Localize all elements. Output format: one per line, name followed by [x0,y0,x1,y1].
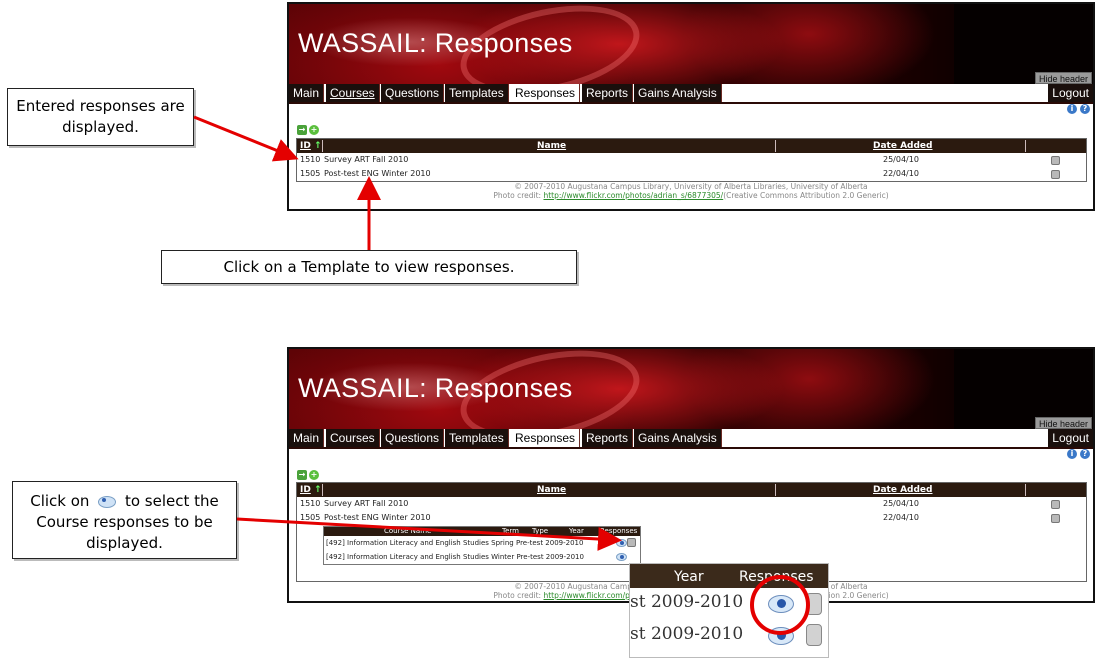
zoom-row-1: st 2009-2010 [630,592,744,612]
table-header: ID ↑ Name Date Added [297,483,1086,497]
photo-credit-link[interactable]: http://www.flickr.com/photos/adrian_s/68… [543,191,723,200]
header-title: WASSAIL: Responses [298,373,573,403]
export-icon[interactable]: → [297,125,307,135]
tab-main[interactable]: Main [289,429,325,448]
tab-gains-analysis[interactable]: Gains Analysis [634,84,722,103]
row-name[interactable]: Post-test ENG Winter 2010 [324,167,431,181]
tab-gains-analysis[interactable]: Gains Analysis [634,429,722,448]
tab-underline [289,102,1093,104]
course-row-label: [492] Information Literacy and English S… [326,539,584,547]
row-date: 22/04/10 [883,513,919,522]
sort-up-icon[interactable]: ↑ [314,139,322,153]
export-icon[interactable]: → [297,470,307,480]
course-row-label: [492] Information Literacy and English S… [326,553,584,561]
add-icon[interactable]: + [309,470,319,480]
print-icon[interactable] [627,538,636,547]
hide-header-button[interactable]: Hide header [1034,417,1092,429]
row-id: 1510 [300,499,321,508]
row-name[interactable]: Post-test ENG Winter 2010 [324,511,431,525]
course-row[interactable]: [492] Information Literacy and English S… [324,536,640,550]
tab-responses[interactable]: Responses [511,84,581,103]
course-table-header: Course Name Term Type Year Responses [324,527,640,536]
screenshot-top: WASSAIL: Responses Hide header Main Cour… [287,2,1095,211]
highlight-circle [750,575,810,635]
row-date: 25/04/10 [883,499,919,508]
tab-bar: Main Courses Questions Templates Respons… [289,429,1093,448]
table-row[interactable]: 1505 Post-test ENG Winter 2010 22/04/10 [297,167,1086,181]
tab-reports[interactable]: Reports [582,84,634,103]
row-name[interactable]: Survey ART Fall 2010 [324,153,408,167]
view-responses-eye-icon[interactable] [616,539,627,547]
col-name[interactable]: Name [537,483,566,497]
col-year: Year [569,527,584,535]
col-id[interactable]: ID [300,139,311,153]
table-header: ID ↑ Name Date Added [297,139,1086,153]
help-icons: i ? [1067,104,1090,116]
tab-reports[interactable]: Reports [582,429,634,448]
col-term: Term [502,527,519,535]
footer-credit: Photo credit: http://www.flickr.com/phot… [493,191,889,200]
tab-templates[interactable]: Templates [445,84,509,103]
logout-button[interactable]: Logout [1048,84,1093,103]
footer: © 2007-2010 Augustana Campus Library, Un… [289,182,1093,200]
col-type: Type [532,527,549,535]
tab-courses[interactable]: Courses [326,84,380,103]
sort-up-icon[interactable]: ↑ [314,483,322,497]
col-id[interactable]: ID [300,483,311,497]
row-id: 1505 [300,513,321,522]
row-date: 22/04/10 [883,169,919,178]
toolbar-icons: → + [297,470,319,480]
hide-header-button[interactable]: Hide header [1034,72,1092,84]
col-date-added[interactable]: Date Added [873,483,932,497]
callout-click-eye: Click on to select the Course responses … [12,481,237,559]
toolbar-icons: → + [297,125,319,135]
col-responses: Responses [600,527,638,535]
callout-click-template: Click on a Template to view responses. [161,250,577,284]
col-course-name: Course Name [384,527,432,535]
tab-questions[interactable]: Questions [381,84,445,103]
print-icon[interactable] [1051,500,1060,509]
col-name[interactable]: Name [537,139,566,153]
arrow-to-table [193,115,299,162]
print-icon[interactable] [1051,514,1060,523]
tab-responses[interactable]: Responses [511,429,581,448]
view-responses-eye-icon[interactable] [616,553,627,561]
tab-bar: Main Courses Questions Templates Respons… [289,84,1093,103]
eye-icon [98,495,117,508]
course-row[interactable]: [492] Information Literacy and English S… [324,550,640,564]
row-id: 1505 [300,169,321,178]
site-header: WASSAIL: Responses Hide header [289,349,1093,429]
row-name[interactable]: Survey ART Fall 2010 [324,497,408,511]
help-icon[interactable]: ? [1080,104,1090,114]
tab-underline [289,447,1093,449]
course-responses-table: Course Name Term Type Year Responses [49… [323,526,641,565]
header-title: WASSAIL: Responses [298,28,573,58]
col-date-added[interactable]: Date Added [873,139,932,153]
info-icon[interactable]: i [1067,449,1077,459]
table-row[interactable]: 1510 Survey ART Fall 2010 25/04/10 [297,497,1086,511]
zoom-row-2: st 2009-2010 [630,624,744,644]
add-icon[interactable]: + [309,125,319,135]
tab-templates[interactable]: Templates [445,429,509,448]
zoom-year-header: Year [674,569,704,585]
print-icon[interactable] [1051,156,1060,165]
logout-button[interactable]: Logout [1048,429,1093,448]
help-icons: i ? [1067,449,1090,461]
help-icon[interactable]: ? [1080,449,1090,459]
templates-table: ID ↑ Name Date Added 1510 Survey ART Fal… [296,138,1087,182]
print-icon[interactable] [806,624,822,646]
footer-copyright: © 2007-2010 Augustana Campus Library, Un… [514,182,868,191]
tab-main[interactable]: Main [289,84,325,103]
row-id: 1510 [300,155,321,164]
table-row[interactable]: 1510 Survey ART Fall 2010 25/04/10 [297,153,1086,167]
print-icon[interactable] [1051,170,1060,179]
info-icon[interactable]: i [1067,104,1077,114]
table-row[interactable]: 1505 Post-test ENG Winter 2010 22/04/10 [297,511,1086,525]
tab-questions[interactable]: Questions [381,429,445,448]
row-date: 25/04/10 [883,155,919,164]
callout-entered-responses: Entered responses are displayed. [7,88,194,146]
tab-courses[interactable]: Courses [326,429,380,448]
site-header: WASSAIL: Responses Hide header [289,4,1093,84]
